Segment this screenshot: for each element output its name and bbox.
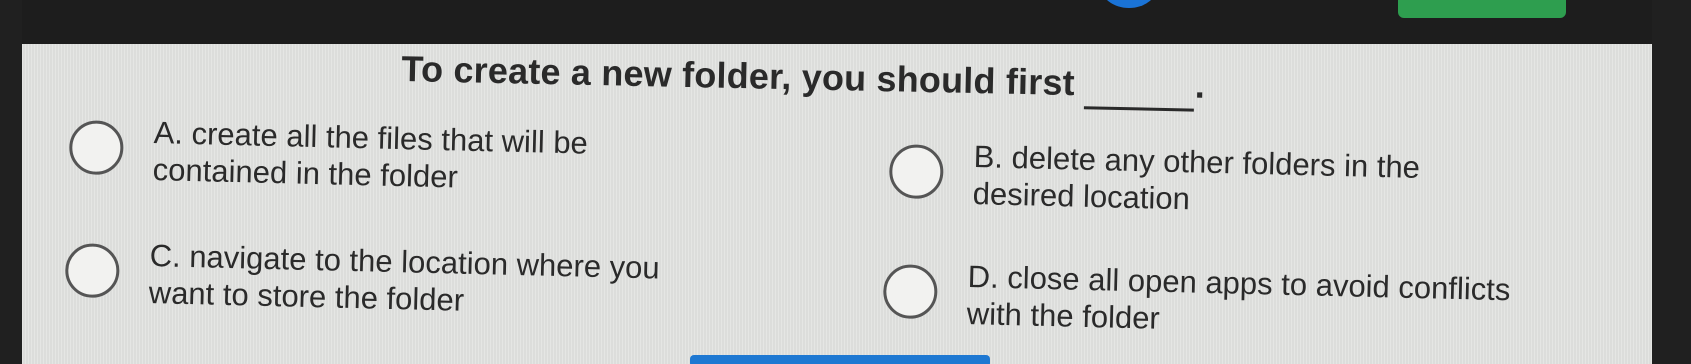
radio-button-a[interactable] <box>68 120 124 176</box>
option-b-label: B. delete any other folders in the desir… <box>972 138 1420 223</box>
question-end-punct: . <box>1194 64 1206 106</box>
option-b[interactable]: B. delete any other folders in the desir… <box>888 139 1420 223</box>
left-bezel <box>0 0 22 364</box>
radio-button-b[interactable] <box>888 144 944 200</box>
option-a[interactable]: A. create all the files that will be con… <box>68 115 588 199</box>
radio-button-d[interactable] <box>882 264 938 320</box>
submit-button[interactable] <box>1398 0 1566 18</box>
screen: To create a new folder, you should first… <box>0 0 1691 364</box>
bottom-blue-button[interactable] <box>690 355 990 364</box>
radio-button-c[interactable] <box>64 243 120 299</box>
option-c-label: C. navigate to the location where you wa… <box>148 237 660 323</box>
option-a-label: A. create all the files that will be con… <box>152 114 588 199</box>
option-d-label: D. close all open apps to avoid conflict… <box>966 258 1510 345</box>
right-bezel <box>1652 0 1691 364</box>
